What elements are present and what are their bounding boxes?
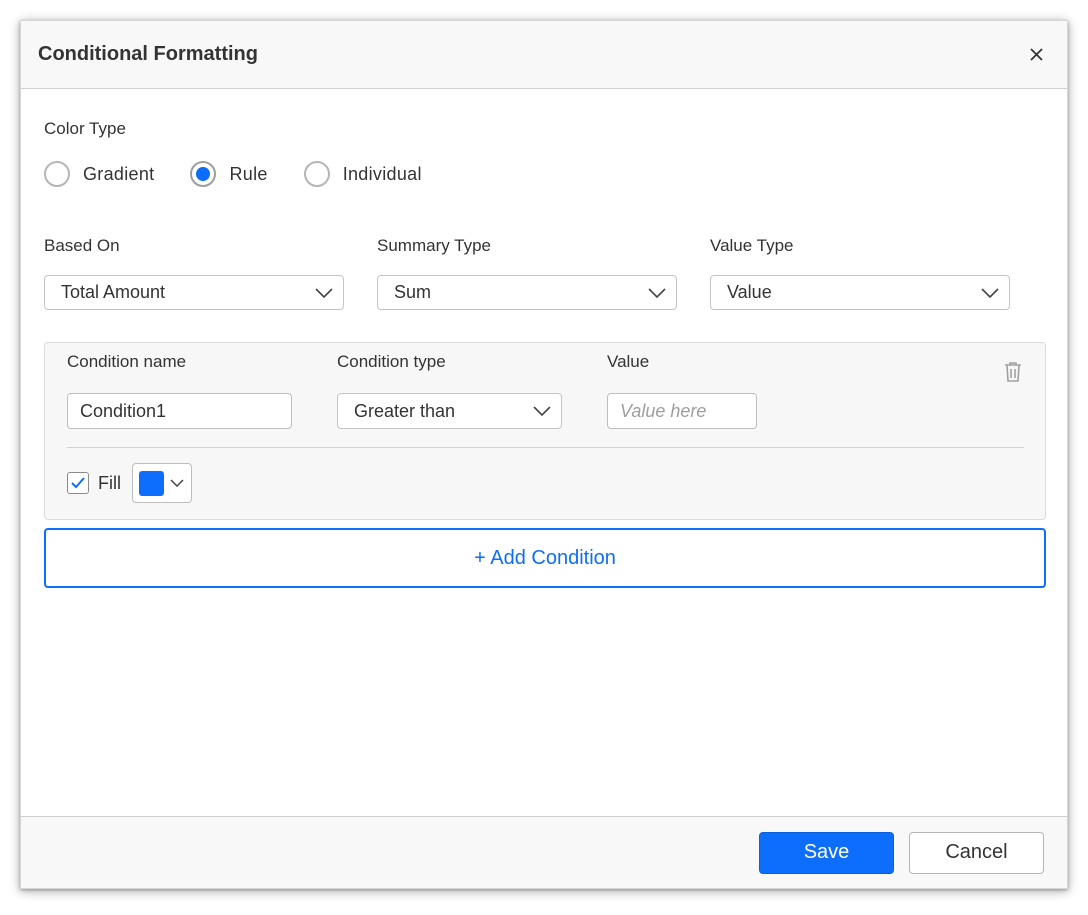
- checkmark-icon: [71, 477, 85, 489]
- radio-individual-label: Individual: [342, 163, 422, 184]
- condition-name-input[interactable]: [67, 393, 292, 429]
- based-on-value: Total Amount: [61, 282, 166, 302]
- close-button[interactable]: [1022, 41, 1050, 69]
- condition-type-dropdown[interactable]: Greater than: [337, 393, 562, 429]
- card-divider: [67, 447, 1024, 448]
- fill-checkbox[interactable]: [67, 472, 89, 494]
- radio-rule[interactable]: Rule: [190, 161, 267, 187]
- condition-type-label: Condition type: [337, 352, 446, 371]
- fill-label: Fill: [98, 472, 121, 493]
- radio-individual-circle[interactable]: [303, 161, 330, 187]
- save-button[interactable]: Save: [759, 831, 894, 874]
- color-type-radio-group: Gradient Rule Individual: [44, 161, 458, 187]
- color-swatch: [139, 470, 164, 496]
- based-on-label: Based On: [44, 236, 120, 255]
- summary-type-dropdown[interactable]: Sum: [377, 275, 677, 310]
- chevron-down-icon: [980, 286, 1000, 300]
- radio-individual[interactable]: Individual: [303, 161, 422, 187]
- radio-gradient-circle[interactable]: [44, 161, 70, 187]
- condition-value-label: Value: [607, 352, 650, 371]
- cancel-button[interactable]: Cancel: [909, 831, 1044, 874]
- conditional-formatting-dialog: Conditional Formatting Color Type Gradie…: [20, 20, 1068, 889]
- chevron-down-icon: [532, 404, 552, 418]
- radio-gradient[interactable]: Gradient: [44, 161, 154, 187]
- condition-type-value: Greater than: [354, 400, 456, 421]
- close-icon: [1029, 48, 1043, 61]
- dialog-body: Color Type Gradient Rule Individual Base…: [21, 89, 1067, 816]
- radio-rule-dot: [196, 167, 211, 181]
- value-type-value: Value: [727, 282, 772, 302]
- dialog-header: Conditional Formatting: [21, 21, 1067, 89]
- chevron-down-icon: [314, 286, 334, 300]
- fill-row: Fill: [67, 463, 192, 503]
- based-on-dropdown[interactable]: Total Amount: [44, 275, 344, 310]
- radio-rule-label: Rule: [229, 163, 268, 184]
- condition-value-input[interactable]: [607, 393, 757, 429]
- trash-icon: [1005, 362, 1021, 382]
- value-type-dropdown[interactable]: Value: [710, 275, 1010, 310]
- radio-gradient-label: Gradient: [83, 163, 155, 184]
- color-type-label: Color Type: [44, 119, 126, 138]
- condition-name-label: Condition name: [67, 352, 187, 371]
- summary-type-value: Sum: [394, 282, 432, 302]
- dialog-footer: Save Cancel: [21, 816, 1067, 888]
- summary-type-label: Summary Type: [377, 236, 492, 255]
- value-type-label: Value Type: [710, 236, 794, 255]
- fill-color-picker[interactable]: [132, 463, 192, 503]
- condition-card: Condition name Condition type Value Grea…: [44, 342, 1046, 520]
- dialog-title: Conditional Formatting: [38, 43, 258, 65]
- chevron-down-icon: [170, 474, 184, 492]
- chevron-down-icon: [647, 286, 667, 300]
- radio-rule-circle[interactable]: [190, 161, 217, 187]
- delete-condition-button[interactable]: [1003, 361, 1025, 385]
- add-condition-button[interactable]: + Add Condition: [44, 528, 1046, 588]
